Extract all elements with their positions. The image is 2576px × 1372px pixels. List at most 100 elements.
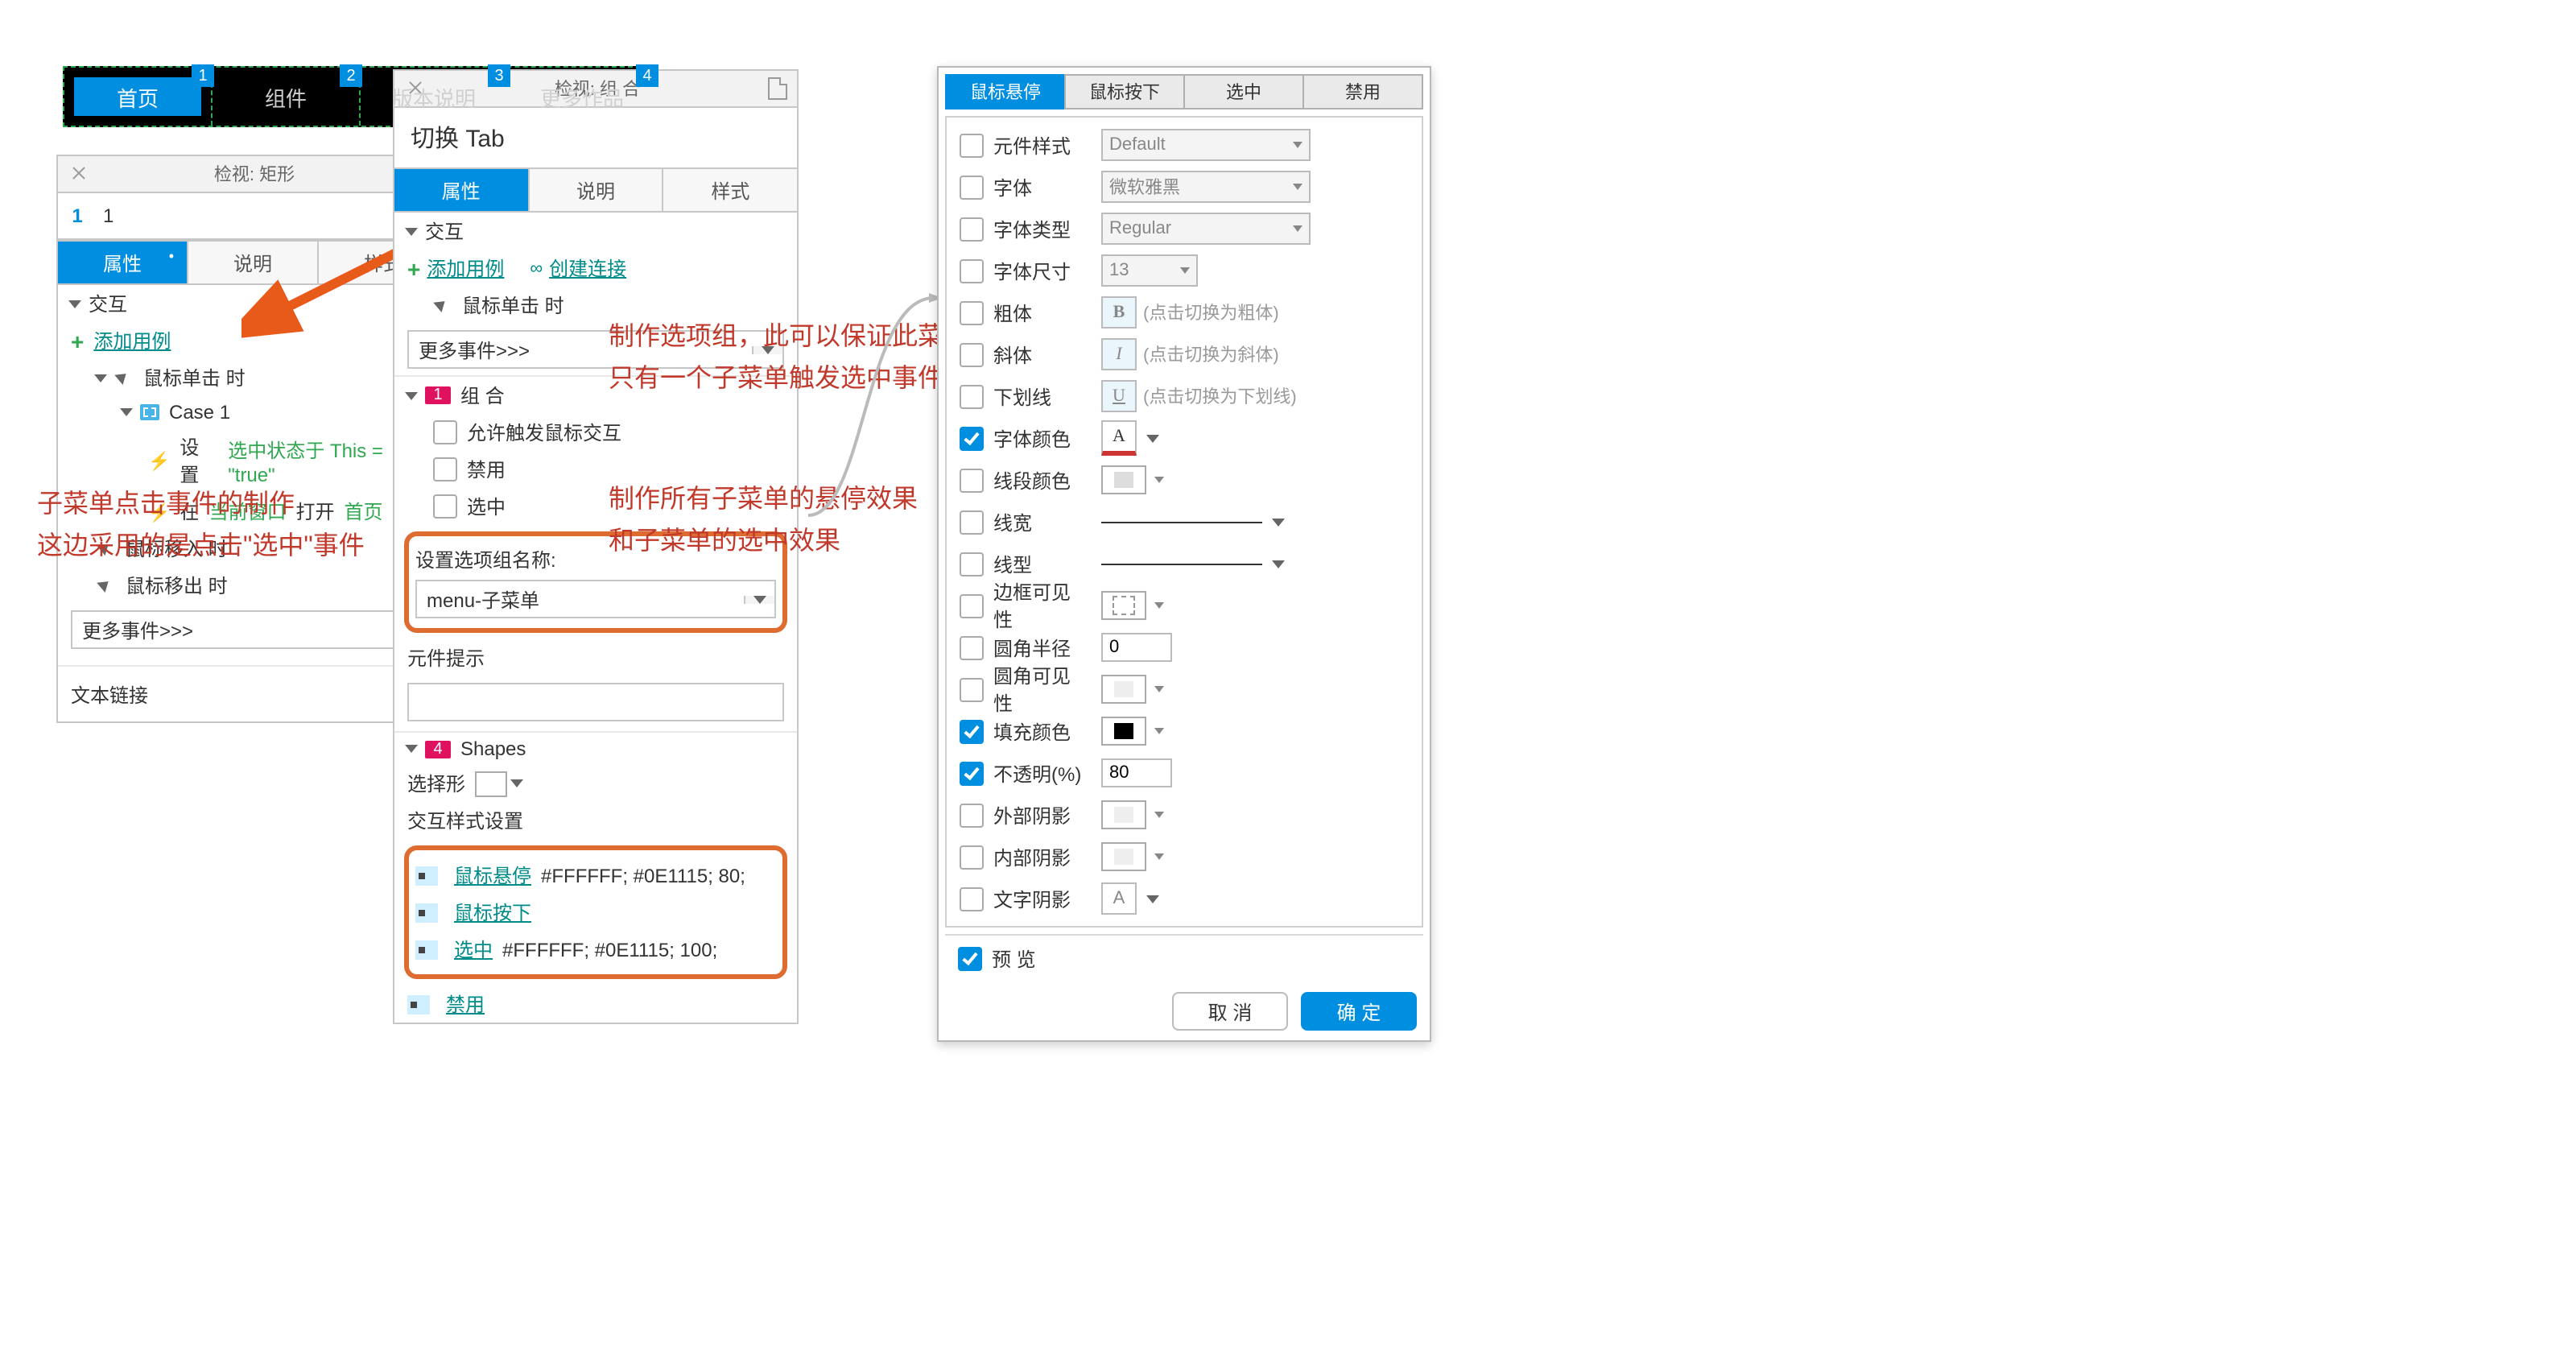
tab-selected[interactable]: 选中	[1183, 74, 1304, 110]
fill-color-picker[interactable]	[1101, 717, 1146, 746]
checkbox[interactable]	[960, 217, 984, 241]
nav-tab-label: 更多作品	[540, 81, 624, 112]
interaction-style-dialog: 鼠标悬停 鼠标按下 选中 禁用 元件样式 Default 字体 微软雅黑 字体类…	[937, 66, 1431, 1042]
corner-vis-picker[interactable]	[1101, 675, 1146, 704]
style-disabled[interactable]: 禁用	[394, 986, 797, 1023]
style-hover[interactable]: 鼠标悬停 #FFFFFF; #0E1115; 80;	[415, 857, 776, 894]
annotation-left: 子菜单点击事件的制作 这边采用的是点击"选中"事件	[37, 485, 365, 567]
prop-opacity: 不透明(%)	[947, 752, 1422, 794]
checkbox[interactable]	[960, 635, 984, 659]
checkbox[interactable]	[960, 300, 984, 324]
hint-label: 元件提示	[394, 639, 797, 676]
outer-shadow-picker[interactable]	[1101, 800, 1146, 829]
checkbox[interactable]	[433, 457, 457, 481]
cursor-icon	[97, 576, 116, 595]
style-selected[interactable]: 选中 #FFFFFF; #0E1115; 100;	[415, 931, 776, 968]
case-1[interactable]: Case 1	[58, 396, 448, 428]
combo-font-type[interactable]: Regular	[1101, 213, 1311, 245]
prop-font-color: 字体颜色 A	[947, 417, 1422, 459]
checkbox[interactable]	[960, 384, 984, 408]
checkbox[interactable]	[960, 886, 984, 911]
checkbox[interactable]	[960, 468, 984, 492]
tab-style[interactable]: 样式	[664, 169, 797, 211]
combo-font-size[interactable]: 13	[1101, 254, 1198, 287]
checkbox[interactable]	[960, 593, 984, 618]
checkbox[interactable]	[960, 761, 984, 785]
tab-disabled[interactable]: 禁用	[1302, 74, 1423, 110]
combo-font[interactable]: 微软雅黑	[1101, 171, 1311, 203]
tab-mousedown[interactable]: 鼠标按下	[1064, 74, 1185, 110]
dialog-tabs: 鼠标悬停 鼠标按下 选中 禁用	[945, 74, 1423, 110]
nav-tab-label: 版本说明	[392, 81, 476, 112]
ok-button[interactable]: 确 定	[1301, 992, 1417, 1031]
checkbox[interactable]	[960, 552, 984, 576]
bold-button[interactable]: B	[1101, 296, 1137, 329]
checkbox[interactable]	[960, 845, 984, 869]
checkbox[interactable]	[960, 719, 984, 743]
combo-widget-style[interactable]: Default	[1101, 129, 1311, 161]
plus-icon: +	[71, 328, 84, 353]
action-set-selected[interactable]: 设置 选中状态于 This = "true"	[58, 428, 448, 493]
tab-properties[interactable]: 属性	[394, 169, 529, 211]
chevron-down-icon	[94, 374, 107, 382]
checkbox[interactable]	[960, 803, 984, 827]
font-color-button[interactable]: A	[1101, 420, 1137, 456]
style-mousedown[interactable]: 鼠标按下	[415, 894, 776, 931]
tab-properties[interactable]: 属性•	[58, 242, 188, 283]
checkbox[interactable]	[960, 510, 984, 534]
nav-tab-number: 4	[636, 64, 658, 87]
chevron-down-icon	[510, 779, 523, 787]
tab-hover[interactable]: 鼠标悬停	[945, 74, 1066, 110]
style-settings-label: 交互样式设置	[394, 802, 797, 839]
event-mouseleave[interactable]: 鼠标移出 时	[58, 567, 448, 604]
create-link[interactable]: ∞ 创建连接	[530, 254, 626, 282]
style-icon	[415, 866, 438, 885]
checkbox[interactable]	[960, 258, 984, 283]
event-onclick[interactable]: 鼠标单击 时	[58, 359, 448, 396]
hint-input[interactable]	[407, 683, 784, 721]
more-events-combo[interactable]: 更多事件>>>	[71, 610, 435, 649]
group-name-combo[interactable]: menu-子菜单	[415, 580, 776, 618]
checkbox[interactable]	[960, 677, 984, 701]
cursor-icon	[114, 368, 134, 387]
checkbox[interactable]	[433, 494, 457, 519]
select-shape-row[interactable]: 选择形	[394, 765, 797, 802]
border-vis-picker[interactable]	[1101, 591, 1146, 620]
nav-tab-label: 组件	[265, 81, 307, 112]
tab-notes[interactable]: 说明	[529, 169, 663, 211]
opt-allow-mouse[interactable]: 允许触发鼠标交互	[394, 414, 797, 451]
inspector-panel-rectangle: 检视: 矩形 1 1 属性• 说明 样式 交互 + 添加用例 鼠标单击 时	[56, 155, 449, 723]
italic-button[interactable]: I	[1101, 338, 1137, 370]
checkbox[interactable]	[960, 133, 984, 157]
prop-bold: 粗体 B(点击切换为粗体)	[947, 291, 1422, 333]
checkbox[interactable]	[960, 426, 984, 450]
count-badge: 4	[425, 740, 451, 758]
line-width-sample[interactable]	[1101, 521, 1262, 523]
inner-shadow-picker[interactable]	[1101, 842, 1146, 871]
line-style-sample[interactable]	[1101, 563, 1262, 564]
nav-tab-home[interactable]: 首页 1	[64, 68, 213, 126]
prop-underline: 下划线 U(点击切换为下划线)	[947, 375, 1422, 417]
widget-name-row[interactable]: 1 1	[58, 193, 448, 240]
checkbox[interactable]	[960, 175, 984, 199]
underline-button[interactable]: U	[1101, 380, 1137, 412]
widget-name[interactable]: 切换 Tab	[394, 108, 797, 167]
checkbox[interactable]	[960, 342, 984, 366]
line-color-picker[interactable]	[1101, 465, 1146, 494]
nav-tab-components[interactable]: 组件 2	[213, 68, 361, 126]
count-badge: 1	[425, 386, 451, 404]
page-icon[interactable]	[768, 77, 787, 100]
checkbox[interactable]	[433, 420, 457, 444]
section-interactions[interactable]: 交互	[394, 213, 797, 250]
add-case-link[interactable]: + 添加用例	[407, 254, 504, 282]
nav-tab-label: 首页	[117, 81, 159, 112]
section-shapes[interactable]: 4 Shapes	[394, 731, 797, 765]
text-shadow-button[interactable]: A	[1101, 882, 1137, 915]
opacity-input[interactable]	[1101, 758, 1172, 787]
cancel-button[interactable]: 取 消	[1172, 992, 1288, 1031]
expand-icon[interactable]	[68, 163, 90, 185]
preview-checkbox[interactable]	[958, 947, 982, 971]
corner-radius-input[interactable]	[1101, 633, 1172, 662]
chevron-down-icon	[1272, 560, 1285, 568]
style-icon	[415, 903, 438, 922]
